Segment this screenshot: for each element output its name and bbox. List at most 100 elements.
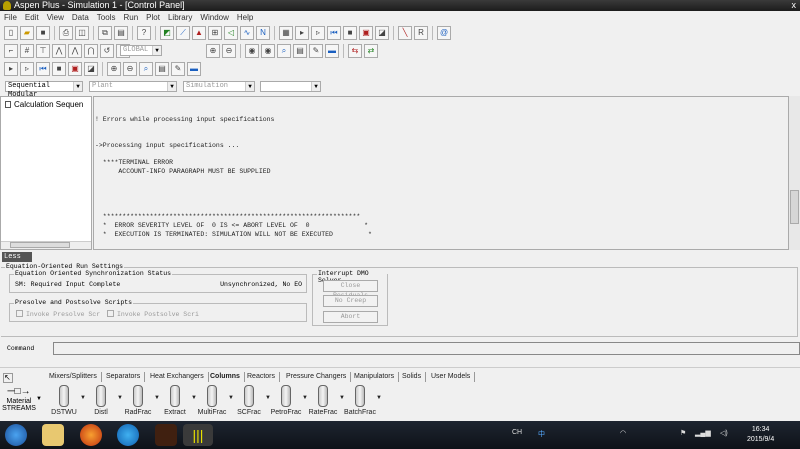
data-browser-icon[interactable]: ◩: [160, 25, 174, 40]
plot-wizard-icon[interactable]: R: [414, 25, 428, 40]
print-icon[interactable]: ⎙: [59, 25, 73, 40]
check-results-icon[interactable]: ▣: [359, 25, 373, 40]
presolve-checkbox[interactable]: Invoke Presolve Scr: [16, 310, 100, 318]
palette-batchfrac[interactable]: BatchFrac ▼: [342, 385, 382, 416]
open-icon[interactable]: ▰: [20, 25, 34, 40]
palette-multifrac[interactable]: MultiFrac ▼: [194, 385, 234, 416]
copy-icon[interactable]: ⧉: [98, 25, 112, 40]
palette-radfrac[interactable]: RadFrac ▼: [120, 385, 160, 416]
blocks-icon[interactable]: ⊞: [208, 25, 222, 40]
display-icon-2[interactable]: ▬: [187, 61, 201, 76]
run-icon-2[interactable]: ▸: [4, 61, 18, 76]
menu-plot[interactable]: Plot: [146, 13, 160, 22]
whats-this-icon[interactable]: ?: [137, 25, 151, 40]
no-creep-button[interactable]: No Creep: [323, 295, 378, 307]
stop-icon[interactable]: ■: [343, 25, 357, 40]
stop-icon-2[interactable]: ■: [52, 61, 66, 76]
menu-help[interactable]: Help: [237, 13, 253, 22]
next-icon[interactable]: N: [256, 25, 270, 40]
volume-icon[interactable]: ◁): [720, 429, 728, 437]
control-panel-icon[interactable]: ▦: [279, 25, 293, 40]
streams-icon[interactable]: ◁: [224, 25, 238, 40]
tab-columns[interactable]: Columns: [210, 372, 245, 382]
command-input[interactable]: [53, 342, 800, 355]
tab-mixers-splitters[interactable]: Mixers/Splitters: [49, 372, 102, 382]
browser-icon[interactable]: [117, 424, 139, 446]
find-icon[interactable]: ⌕: [277, 43, 291, 58]
menu-tools[interactable]: Tools: [97, 13, 116, 22]
reinitialize-icon[interactable]: ⏮: [327, 25, 341, 40]
menu-library[interactable]: Library: [168, 13, 192, 22]
flowsheet-icon[interactable]: ⟋: [176, 25, 190, 40]
setup-icon[interactable]: ▲: [192, 25, 206, 40]
check-results-icon-2[interactable]: ▣: [68, 61, 82, 76]
results-icon[interactable]: ∿: [240, 25, 254, 40]
scrollbar-thumb[interactable]: [790, 190, 799, 224]
disconnect-icon[interactable]: ⇄: [364, 43, 378, 58]
palette-ratefrac[interactable]: RateFrac ▼: [305, 385, 345, 416]
report-icon-2[interactable]: ◪: [84, 61, 98, 76]
connect-icon[interactable]: ⇆: [348, 43, 362, 58]
reconnect-icon[interactable]: ↺: [100, 43, 114, 58]
menu-view[interactable]: View: [47, 13, 64, 22]
aspen-plus-taskbar-icon[interactable]: |||: [183, 424, 213, 446]
hierarchy-icon[interactable]: ⋂: [84, 43, 98, 58]
zoom-in-icon-2[interactable]: ⊕: [107, 61, 121, 76]
network-icon[interactable]: ◠: [620, 429, 626, 437]
app-icon-taskbar[interactable]: [155, 424, 177, 446]
ime-indicator[interactable]: 中: [538, 429, 545, 439]
language-indicator[interactable]: CH: [512, 429, 522, 436]
block-icon-b[interactable]: ◉: [261, 43, 275, 58]
zoom-in-icon[interactable]: ⊕: [206, 43, 220, 58]
plant-combo[interactable]: Plant ▼: [89, 81, 177, 92]
tab-user-models[interactable]: User Models: [431, 372, 476, 382]
less-button[interactable]: Less ≪: [2, 252, 32, 271]
menu-data[interactable]: Data: [72, 13, 89, 22]
signal-icon[interactable]: ▂▄▆: [695, 429, 711, 437]
flag-icon[interactable]: ⚑: [680, 429, 686, 437]
find-icon-2[interactable]: ⌕: [139, 61, 153, 76]
zoom-out-icon-2[interactable]: ⊖: [123, 61, 137, 76]
display-icon[interactable]: ▬: [325, 43, 339, 58]
material-stream-tool[interactable]: ─□→ Material STREAMS: [2, 386, 36, 412]
print-preview-icon[interactable]: ◫: [75, 25, 89, 40]
snap-icon[interactable]: ⊤: [36, 43, 50, 58]
edit-icon[interactable]: ✎: [309, 43, 323, 58]
close-button[interactable]: x: [792, 0, 797, 10]
tab-solids[interactable]: Solids: [402, 372, 427, 382]
tab-reactors[interactable]: Reactors: [247, 372, 281, 382]
reinitialize-icon-2[interactable]: ⏮: [36, 61, 50, 76]
paste-icon[interactable]: ▤: [114, 25, 128, 40]
postsolve-checkbox[interactable]: Invoke Postsolve Scri: [107, 310, 199, 318]
step-icon-2[interactable]: ▹: [20, 61, 34, 76]
menu-window[interactable]: Window: [200, 13, 228, 22]
firefox-icon[interactable]: [80, 424, 102, 446]
scrollbar-thumb[interactable]: [10, 242, 70, 248]
table-icon-2[interactable]: ▤: [155, 61, 169, 76]
menu-edit[interactable]: Edit: [25, 13, 39, 22]
chevron-down-icon[interactable]: ▼: [36, 396, 42, 402]
new-icon[interactable]: ▯: [4, 25, 18, 40]
empty-combo[interactable]: ▼: [260, 81, 321, 92]
edit-icon-2[interactable]: ✎: [171, 61, 185, 76]
section-icon[interactable]: ⋀: [52, 43, 66, 58]
tab-pressure-changers[interactable]: Pressure Changers: [286, 372, 352, 382]
palette-petrofrac[interactable]: PetroFrac ▼: [268, 385, 308, 416]
menu-file[interactable]: File: [4, 13, 17, 22]
palette-scfrac[interactable]: SCFrac ▼: [231, 385, 271, 416]
model-library-icon[interactable]: @: [437, 25, 451, 40]
run-icon[interactable]: ▸: [295, 25, 309, 40]
palette-extract[interactable]: Extract ▼: [157, 385, 197, 416]
save-icon[interactable]: ■: [36, 25, 50, 40]
palette-distl[interactable]: Distl ▼: [83, 385, 123, 416]
tree-item-calculation-sequence[interactable]: Calculation Sequen: [5, 100, 83, 109]
grid-icon[interactable]: #: [20, 43, 34, 58]
menu-run[interactable]: Run: [123, 13, 138, 22]
tab-separators[interactable]: Separators: [106, 372, 146, 382]
tab-manipulators[interactable]: Manipulators: [354, 372, 400, 382]
flowsheet-section-icon[interactable]: ⋀: [68, 43, 82, 58]
file-explorer-icon[interactable]: [42, 424, 64, 446]
tab-heat-exchangers[interactable]: Heat Exchangers: [150, 372, 209, 382]
abort-button[interactable]: Abort: [323, 311, 378, 323]
palette-dstwu[interactable]: DSTWU ▼: [46, 385, 86, 416]
